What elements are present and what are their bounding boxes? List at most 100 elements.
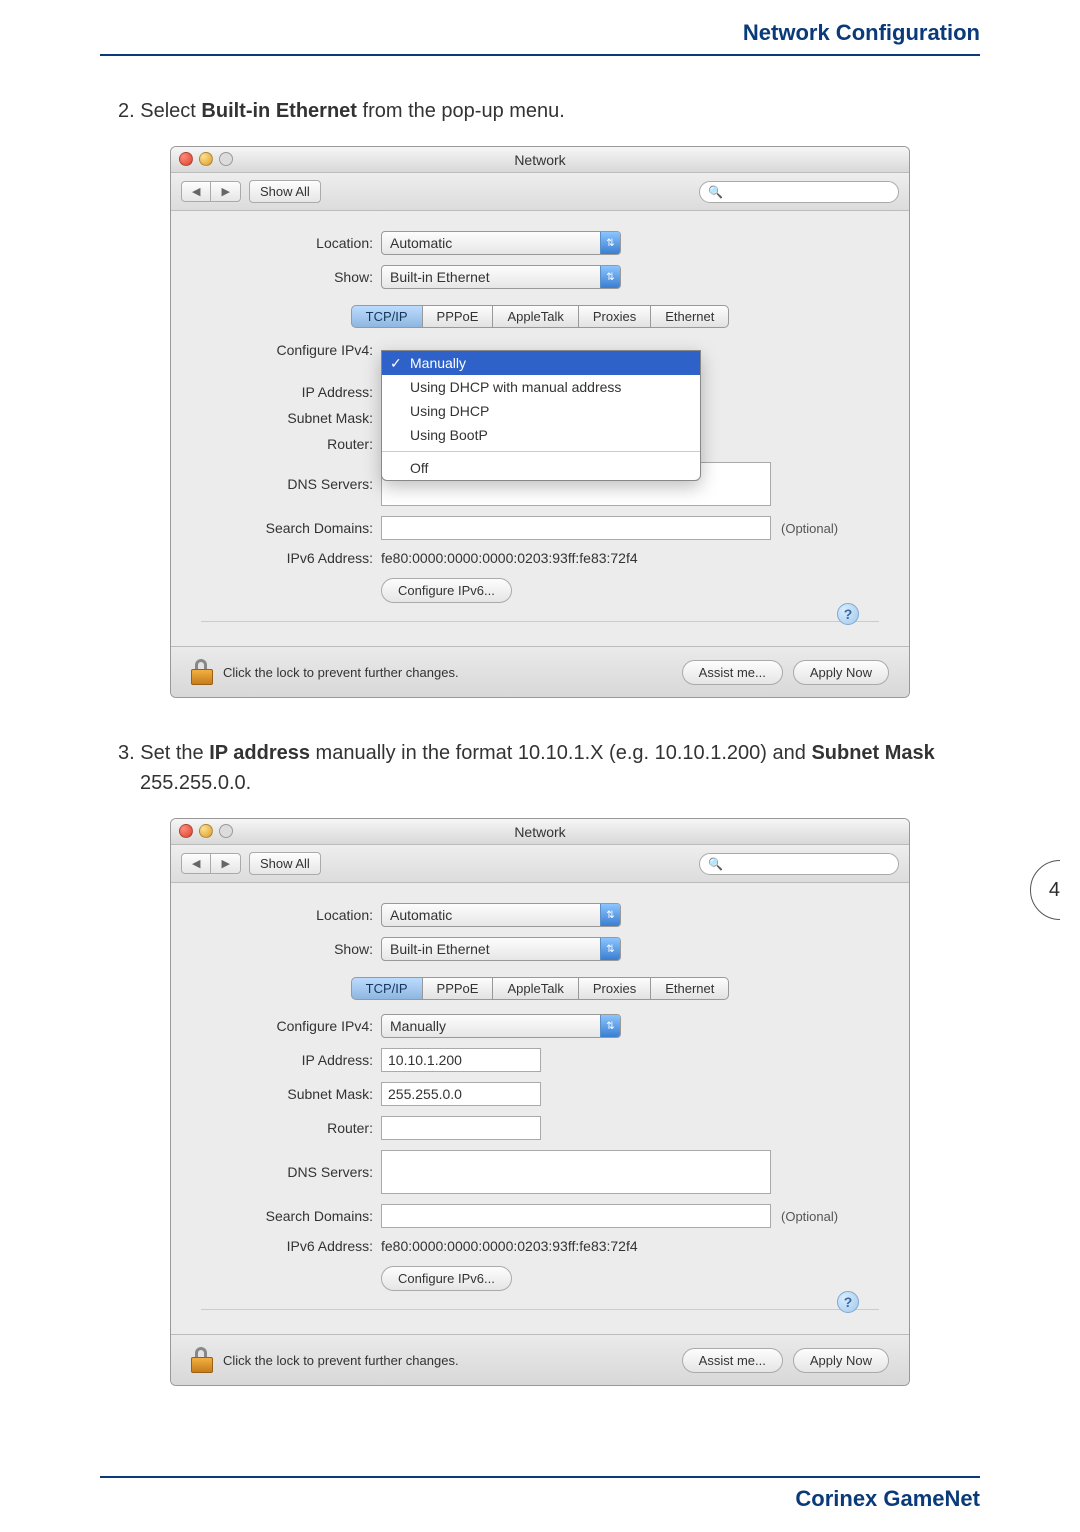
chevron-left-icon: ◀ <box>192 185 200 198</box>
configure-ipv4-label: Configure IPv4: <box>201 342 381 358</box>
ipv6-label: IPv6 Address: <box>201 1238 381 1254</box>
zoom-icon[interactable] <box>219 824 233 838</box>
tab-tcpip[interactable]: TCP/IP <box>351 977 423 1000</box>
ip-address-label: IP Address: <box>201 384 381 400</box>
configure-ipv4-menu[interactable]: Manually Using DHCP with manual address … <box>381 350 701 481</box>
assist-me-button[interactable]: Assist me... <box>682 1348 783 1373</box>
show-all-button[interactable]: Show All <box>249 180 321 203</box>
minimize-icon[interactable] <box>199 824 213 838</box>
dropdown-arrows-icon: ⇅ <box>600 1015 620 1037</box>
toolbar: ◀ ▶ Show All 🔍 <box>171 845 909 883</box>
show-dropdown[interactable]: Built-in Ethernet ⇅ <box>381 937 621 961</box>
close-icon[interactable] <box>179 824 193 838</box>
tab-appletalk[interactable]: AppleTalk <box>492 305 578 328</box>
router-label: Router: <box>201 436 381 452</box>
back-button[interactable]: ◀ <box>181 181 210 202</box>
search-domains-input[interactable] <box>381 1204 771 1228</box>
chevron-left-icon: ◀ <box>192 857 200 870</box>
tab-appletalk[interactable]: AppleTalk <box>492 977 578 1000</box>
search-domains-label: Search Domains: <box>201 520 381 536</box>
traffic-lights <box>179 152 233 166</box>
content-area: Location: Automatic ⇅ Show: Built-in Eth… <box>171 211 909 646</box>
bottom-bar: Click the lock to prevent further change… <box>171 1334 909 1385</box>
chevron-right-icon: ▶ <box>221 857 229 870</box>
optional-label: (Optional) <box>781 521 838 536</box>
forward-button[interactable]: ▶ <box>210 853 240 874</box>
dropdown-arrows-icon: ⇅ <box>600 232 620 254</box>
search-icon: 🔍 <box>708 857 723 871</box>
zoom-icon[interactable] <box>219 152 233 166</box>
lock-icon[interactable] <box>191 659 213 685</box>
location-label: Location: <box>201 907 381 923</box>
step-2-suffix: from the pop-up menu. <box>357 100 565 122</box>
configure-ipv4-value: Manually <box>390 1018 446 1034</box>
subnet-mask-label: Subnet Mask: <box>201 410 381 426</box>
search-input[interactable]: 🔍 <box>699 853 899 875</box>
tab-pppoe[interactable]: PPPoE <box>422 305 494 328</box>
network-window-2: Network ◀ ▶ Show All 🔍 Location: Automat… <box>170 818 910 1386</box>
nav-back-forward: ◀ ▶ <box>181 181 241 202</box>
lock-icon[interactable] <box>191 1347 213 1373</box>
traffic-lights <box>179 824 233 838</box>
menu-item-bootp[interactable]: Using BootP <box>382 423 700 447</box>
minimize-icon[interactable] <box>199 152 213 166</box>
nav-back-forward: ◀ ▶ <box>181 853 241 874</box>
ip-address-label: IP Address: <box>201 1052 381 1068</box>
tab-tcpip[interactable]: TCP/IP <box>351 305 423 328</box>
content-area: Location: Automatic ⇅ Show: Built-in Eth… <box>171 883 909 1334</box>
help-button[interactable]: ? <box>837 603 859 625</box>
step-3-text: 3. Set the IP address manually in the fo… <box>140 738 980 798</box>
show-dropdown[interactable]: Built-in Ethernet ⇅ <box>381 265 621 289</box>
configure-ipv6-button[interactable]: Configure IPv6... <box>381 1266 512 1291</box>
ip-address-input[interactable]: 10.10.1.200 <box>381 1048 541 1072</box>
tab-proxies[interactable]: Proxies <box>578 305 651 328</box>
menu-item-manually[interactable]: Manually <box>382 351 700 375</box>
forward-button[interactable]: ▶ <box>210 181 240 202</box>
dropdown-arrows-icon: ⇅ <box>600 938 620 960</box>
location-value: Automatic <box>390 907 452 923</box>
tab-ethernet[interactable]: Ethernet <box>650 977 729 1000</box>
step-2-bold: Built-in Ethernet <box>201 100 357 122</box>
dns-servers-input[interactable] <box>381 1150 771 1194</box>
subnet-mask-label: Subnet Mask: <box>201 1086 381 1102</box>
search-input[interactable]: 🔍 <box>699 181 899 203</box>
step-3-b2: Subnet Mask <box>811 742 934 764</box>
ipv6-value: fe80:0000:0000:0000:0203:93ff:fe83:72f4 <box>381 1238 638 1254</box>
show-value: Built-in Ethernet <box>390 941 490 957</box>
titlebar: Network <box>171 819 909 845</box>
show-label: Show: <box>201 269 381 285</box>
search-domains-label: Search Domains: <box>201 1208 381 1224</box>
apply-now-button[interactable]: Apply Now <box>793 660 889 685</box>
lock-text: Click the lock to prevent further change… <box>223 1353 459 1368</box>
page-footer: Corinex GameNet <box>100 1476 980 1512</box>
configure-ipv6-button[interactable]: Configure IPv6... <box>381 578 512 603</box>
configure-ipv4-dropdown[interactable]: Manually ⇅ <box>381 1014 621 1038</box>
step-3-t1: Set the <box>140 742 209 764</box>
subnet-mask-input[interactable]: 255.255.0.0 <box>381 1082 541 1106</box>
dns-servers-label: DNS Servers: <box>201 476 381 492</box>
tab-ethernet[interactable]: Ethernet <box>650 305 729 328</box>
lock-text: Click the lock to prevent further change… <box>223 665 459 680</box>
menu-item-dhcp[interactable]: Using DHCP <box>382 399 700 423</box>
show-all-button[interactable]: Show All <box>249 852 321 875</box>
window-title: Network <box>514 152 565 168</box>
tab-proxies[interactable]: Proxies <box>578 977 651 1000</box>
dns-servers-label: DNS Servers: <box>201 1164 381 1180</box>
tcpip-panel: Configure IPv4: Manually ⇅ IP Address: 1… <box>201 1014 879 1310</box>
assist-me-button[interactable]: Assist me... <box>682 660 783 685</box>
location-dropdown[interactable]: Automatic ⇅ <box>381 231 621 255</box>
help-button[interactable]: ? <box>837 1291 859 1313</box>
location-dropdown[interactable]: Automatic ⇅ <box>381 903 621 927</box>
back-button[interactable]: ◀ <box>181 853 210 874</box>
tab-pppoe[interactable]: PPPoE <box>422 977 494 1000</box>
apply-now-button[interactable]: Apply Now <box>793 1348 889 1373</box>
router-input[interactable] <box>381 1116 541 1140</box>
menu-item-off[interactable]: Off <box>382 451 700 480</box>
location-value: Automatic <box>390 235 452 251</box>
close-icon[interactable] <box>179 152 193 166</box>
search-domains-input[interactable] <box>381 516 771 540</box>
show-label: Show: <box>201 941 381 957</box>
configure-ipv4-label: Configure IPv4: <box>201 1018 381 1034</box>
window-title: Network <box>514 824 565 840</box>
menu-item-dhcp-manual[interactable]: Using DHCP with manual address <box>382 375 700 399</box>
